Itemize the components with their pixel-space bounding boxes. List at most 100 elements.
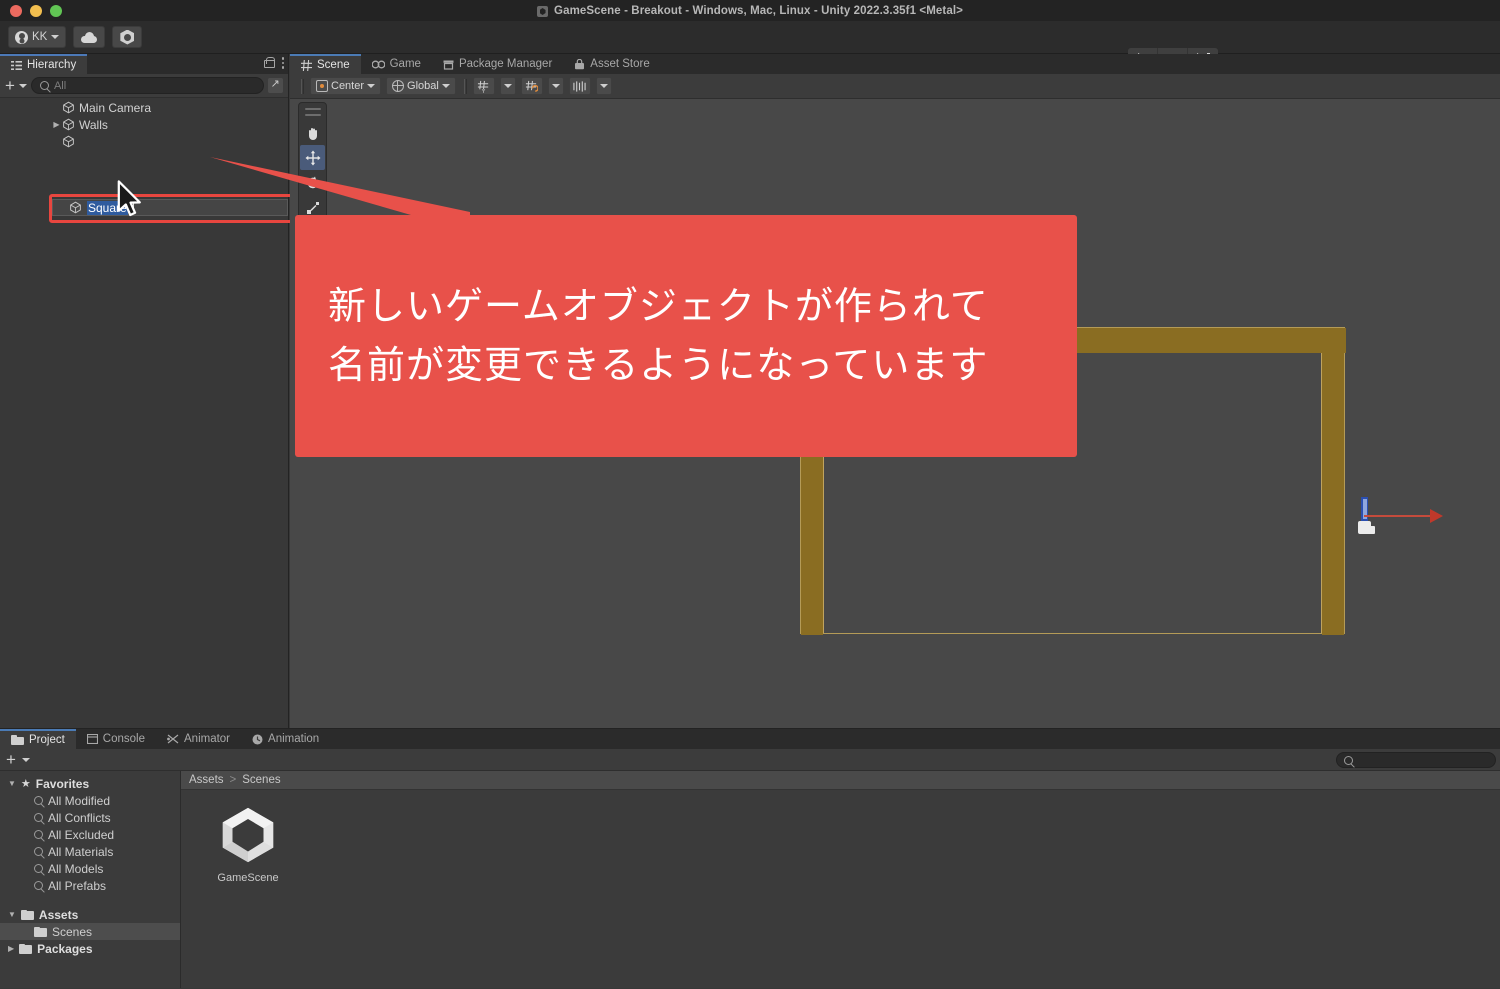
hierarchy-item-label: Walls — [79, 117, 108, 132]
chevron-down-icon[interactable]: ▼ — [8, 910, 16, 919]
create-asset-chevron-icon[interactable] — [21, 757, 30, 762]
chevron-down-icon[interactable]: ▼ — [8, 779, 16, 788]
asset-item-gamescene[interactable]: GameScene — [209, 804, 287, 884]
rename-input[interactable]: Square — [52, 199, 288, 216]
sidebar-item-all-excluded[interactable]: All Excluded — [0, 826, 180, 843]
tab-hierarchy[interactable]: Hierarchy — [0, 54, 88, 74]
palette-drag-handle-2[interactable] — [304, 114, 321, 116]
package-icon — [443, 60, 454, 70]
gizmo-center-handle-2[interactable] — [1367, 526, 1375, 534]
grid-snap-dropdown[interactable] — [499, 77, 516, 95]
svg-text:Y: Y — [482, 89, 486, 93]
project-search-input[interactable] — [1336, 752, 1496, 768]
folder-icon — [11, 735, 24, 745]
gameobject-icon — [63, 135, 74, 148]
sidebar-item-label: Favorites — [35, 776, 90, 791]
project-panel: Project Console Animator Animation + ▼ ★… — [0, 728, 1500, 989]
sidebar-item-label: Assets — [38, 907, 79, 922]
search-icon — [34, 813, 43, 822]
pivot-mode-label: Center — [331, 80, 365, 92]
handle-space-dropdown[interactable]: Global — [386, 77, 456, 95]
sidebar-item-all-prefabs[interactable]: All Prefabs — [0, 877, 180, 894]
tab-animation[interactable]: Animation — [241, 729, 331, 749]
chevron-right-icon[interactable] — [52, 120, 61, 129]
unity-scene-asset-icon — [222, 807, 274, 863]
tab-project-label: Project — [29, 734, 65, 746]
move-gizmo[interactable] — [1356, 497, 1456, 542]
grid-axis-button[interactable] — [568, 77, 591, 95]
tab-animator[interactable]: Animator — [156, 729, 242, 749]
sidebar-item-all-conflicts[interactable]: All Conflicts — [0, 809, 180, 826]
sidebar-item-packages[interactable]: ▶ Packages — [0, 940, 180, 957]
hierarchy-item-label: Main Camera — [79, 100, 152, 115]
cloud-icon — [81, 31, 98, 43]
add-gameobject-button[interactable]: + — [5, 77, 15, 94]
project-content: Assets > Scenes GameScene — [181, 771, 1500, 988]
kebab-menu-icon[interactable] — [281, 57, 284, 69]
palette-drag-handle[interactable] — [304, 108, 321, 110]
gizmo-x-arrowhead[interactable] — [1430, 509, 1443, 523]
tab-package-manager[interactable]: Package Manager — [431, 54, 564, 74]
sidebar-item-all-materials[interactable]: All Materials — [0, 843, 180, 860]
gizmo-z-axis[interactable] — [1361, 497, 1368, 521]
hierarchy-search-input[interactable]: All — [30, 77, 264, 94]
sidebar-item-label: All Conflicts — [48, 810, 111, 825]
tab-game[interactable]: Game — [360, 54, 432, 74]
project-sidebar: ▼ ★ Favorites All Modified All Conflicts… — [0, 771, 181, 988]
chevron-down-icon — [51, 35, 60, 39]
lock-icon[interactable] — [263, 57, 275, 69]
sidebar-item-assets[interactable]: ▼ Assets — [0, 906, 180, 923]
pivot-mode-dropdown[interactable]: Center — [310, 77, 382, 95]
sidebar-item-label: All Models — [48, 861, 104, 876]
breadcrumb-item-scenes[interactable]: Scenes — [242, 774, 280, 786]
sidebar-item-label: All Modified — [48, 793, 111, 808]
hierarchy-item-main-camera[interactable]: Main Camera — [0, 99, 288, 116]
breadcrumb: Assets > Scenes — [181, 771, 1500, 790]
scale-icon — [306, 201, 319, 214]
sidebar-item-label: All Materials — [48, 844, 114, 859]
toolbar-divider — [463, 78, 465, 94]
tab-scene[interactable]: Scene — [290, 54, 361, 74]
scene-tabstrip: Scene Game Package Manager Asset Store — [290, 54, 1500, 74]
add-gameobject-chevron-icon[interactable] — [18, 83, 27, 88]
arrow-cursor — [117, 180, 141, 217]
breadcrumb-separator: > — [229, 774, 237, 786]
toolbar-divider — [301, 78, 302, 94]
folder-icon — [19, 943, 33, 954]
folder-icon — [34, 926, 47, 937]
grid-axis-dropdown[interactable] — [595, 77, 612, 95]
hierarchy-item-square[interactable]: Square — [0, 133, 288, 150]
hierarchy-panel: Hierarchy + All GameScene* — [0, 54, 1500, 782]
sidebar-item-all-modified[interactable]: All Modified — [0, 792, 180, 809]
cloud-button[interactable] — [73, 26, 106, 48]
grid-visibility-dropdown[interactable] — [547, 77, 564, 95]
hierarchy-item-walls[interactable]: Walls — [0, 116, 288, 133]
tab-project[interactable]: Project — [0, 729, 76, 749]
move-tool-button[interactable] — [300, 145, 325, 170]
sidebar-item-label: Scenes — [52, 924, 93, 939]
gameobject-icon — [63, 118, 74, 131]
tab-asset-store[interactable]: Asset Store — [563, 54, 661, 74]
sidebar-item-favorites[interactable]: ▼ ★ Favorites — [0, 775, 180, 792]
pivot-icon — [316, 80, 328, 92]
tab-animation-label: Animation — [268, 733, 320, 745]
grid-snap-button[interactable]: Y — [472, 77, 495, 95]
tab-animator-label: Animator — [184, 733, 231, 745]
gamepad-icon — [371, 60, 385, 68]
chevron-right-icon[interactable]: ▶ — [8, 944, 14, 953]
sidebar-item-label: All Prefabs — [48, 878, 107, 893]
unity-services-button[interactable] — [112, 26, 143, 48]
account-button[interactable]: KK — [8, 26, 67, 48]
tab-console[interactable]: Console — [75, 729, 156, 749]
gizmo-x-axis[interactable] — [1364, 515, 1432, 517]
globe-icon — [392, 80, 405, 92]
create-asset-button[interactable]: + — [6, 751, 16, 768]
expand-search-icon[interactable] — [268, 77, 283, 93]
sidebar-item-scenes[interactable]: Scenes — [0, 923, 180, 940]
breadcrumb-item-assets[interactable]: Assets — [189, 774, 224, 786]
sidebar-item-all-models[interactable]: All Models — [0, 860, 180, 877]
grid-visibility-button[interactable] — [520, 77, 543, 95]
search-icon — [34, 847, 43, 856]
hand-tool-button[interactable] — [300, 120, 325, 145]
tab-game-label: Game — [389, 58, 421, 70]
